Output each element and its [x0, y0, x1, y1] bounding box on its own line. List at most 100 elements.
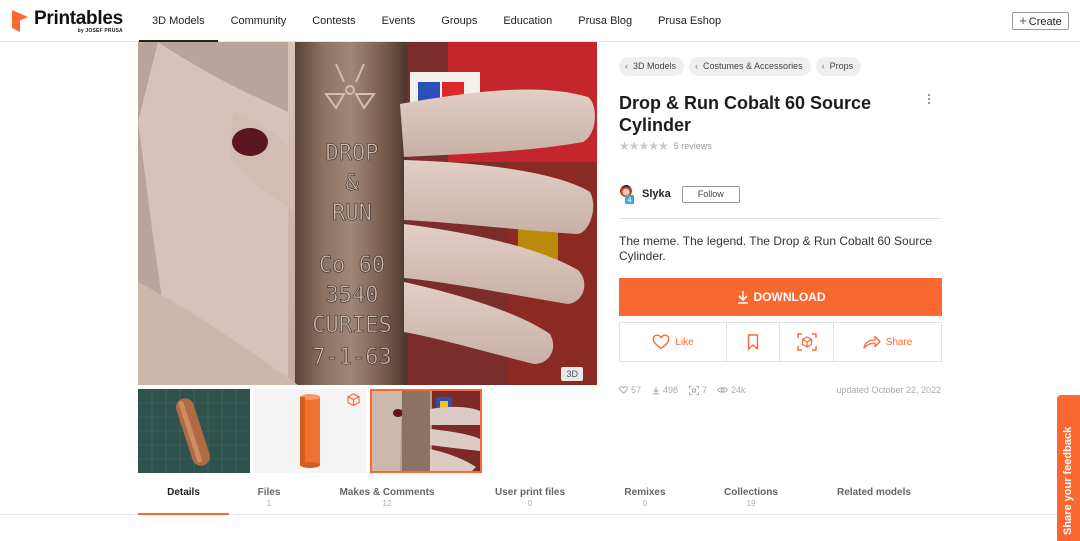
stats-row: 57 498 7 24k updated October 22, 2022 [619, 385, 942, 397]
breadcrumb-costumes-accessories[interactable]: ‹ Costumes & Accessories [689, 57, 811, 76]
stamp-line-3: RUN [332, 201, 372, 226]
makes-stat: 7 [689, 385, 707, 395]
thumbnail-1[interactable] [138, 389, 250, 473]
views-stat: 24k [717, 385, 746, 395]
divider [619, 218, 942, 219]
reviews-count: 5 reviews [673, 141, 712, 151]
download-icon [653, 386, 659, 394]
heart-icon [652, 334, 670, 350]
breadcrumb-label: Costumes & Accessories [703, 61, 803, 71]
create-label: Create [1028, 16, 1062, 28]
follow-button[interactable]: Follow [681, 185, 740, 203]
stamp-line-4: Co 60 [319, 253, 385, 278]
action-bar: Like Share [619, 322, 942, 362]
nav-item-community[interactable]: Community [218, 0, 300, 42]
nav-item-prusa-eshop[interactable]: Prusa Eshop [645, 0, 734, 42]
nav-item-prusa-blog[interactable]: Prusa Blog [565, 0, 645, 42]
download-label: DOWNLOAD [753, 290, 826, 304]
feedback-label: Share your feedback [1062, 426, 1074, 535]
tab-label: Files [257, 487, 281, 498]
printables-logo-icon [12, 10, 28, 32]
3d-cube-icon [347, 393, 360, 406]
downloads-count: 498 [663, 385, 679, 395]
nav-item-events[interactable]: Events [369, 0, 429, 42]
tab-files[interactable]: Files 1 [240, 481, 298, 515]
download-button[interactable]: DOWNLOAD [619, 278, 942, 316]
downloads-stat: 498 [652, 385, 678, 395]
tab-collections[interactable]: Collections 19 [712, 481, 790, 515]
model-title: Drop & Run Cobalt 60 Source Cylinder [619, 93, 872, 135]
main-nav: 3D Models Community Contests Events Grou… [139, 0, 734, 42]
tab-label: User print files [494, 487, 566, 498]
chevron-left-icon: ‹ [625, 61, 628, 71]
author-name[interactable]: Slyka [642, 188, 671, 200]
create-button[interactable]: + Create [1012, 12, 1069, 30]
tab-details[interactable]: Details [138, 481, 229, 515]
share-label: Share [885, 336, 913, 348]
bookmark-icon [747, 334, 759, 350]
share-arrow-icon [863, 335, 881, 349]
makes-icon [689, 385, 699, 395]
nav-item-groups[interactable]: Groups [428, 0, 490, 42]
main-model-image[interactable]: DROP & RUN Co 60 3540 CURIES 7-1-63 3D [138, 42, 597, 385]
nav-item-3d-models[interactable]: 3D Models [139, 0, 218, 42]
thumbnail-3-selected[interactable] [370, 389, 482, 473]
brand-subtitle: by JOSEF PRUSA [77, 28, 123, 34]
stamp-line-2: & [345, 171, 359, 196]
breadcrumb-props[interactable]: ‹ Props [815, 57, 862, 76]
author-row: 4 Slyka Follow [619, 184, 740, 205]
ar-view-button[interactable] [780, 323, 834, 361]
rating[interactable]: ★★★★★ 5 reviews [619, 139, 712, 153]
bookmark-button[interactable] [727, 323, 780, 361]
more-options-icon[interactable] [922, 92, 936, 108]
tab-label: Remixes [624, 487, 666, 498]
chevron-left-icon: ‹ [695, 61, 699, 71]
updated-date: updated October 22, 2022 [836, 385, 941, 395]
stamp-line-6: CURIES [312, 313, 391, 338]
like-button[interactable]: Like [620, 323, 727, 361]
breadcrumb-label: 3D Models [633, 61, 677, 71]
nav-item-education[interactable]: Education [490, 0, 565, 42]
likes-count: 57 [631, 385, 642, 395]
top-navbar: Printables by JOSEF PRUSA 3D Models Comm… [0, 0, 1080, 42]
makes-count: 7 [702, 385, 708, 395]
tab-count: 0 [642, 499, 648, 508]
share-button[interactable]: Share [834, 323, 941, 361]
tab-label: Related models [837, 487, 911, 498]
3d-badge[interactable]: 3D [561, 367, 583, 381]
star-rating-icon: ★★★★★ [619, 139, 669, 153]
tab-count: 19 [746, 499, 756, 508]
tab-count: 12 [382, 499, 392, 508]
heart-icon [619, 386, 628, 394]
chevron-left-icon: ‹ [821, 61, 825, 71]
likes-stat: 57 [619, 385, 641, 395]
tab-label: Details [167, 487, 200, 498]
eye-icon [717, 387, 728, 393]
detail-tabs: Details Files 1 Makes & Comments 12 User… [0, 481, 1080, 515]
breadcrumb-label: Props [829, 61, 854, 71]
views-count: 24k [731, 385, 746, 395]
stamp-line-1: DROP [326, 141, 379, 166]
tab-related-models[interactable]: Related models [826, 481, 922, 515]
breadcrumb-3d-models[interactable]: ‹ 3D Models [619, 57, 685, 76]
printables-logo[interactable]: Printables by JOSEF PRUSA [12, 9, 123, 35]
thumbnail-2[interactable] [254, 389, 366, 473]
tab-count: 0 [527, 499, 533, 508]
tab-label: Makes & Comments [339, 487, 435, 498]
plus-icon: + [1019, 13, 1027, 28]
nav-item-contests[interactable]: Contests [299, 0, 368, 42]
brand-name: Printables [34, 8, 123, 29]
tab-makes-comments[interactable]: Makes & Comments 12 [328, 481, 446, 515]
tab-user-print-files[interactable]: User print files 0 [482, 481, 578, 515]
tab-label: Collections [724, 487, 778, 498]
feedback-tab[interactable]: Share your feedback [1057, 395, 1080, 541]
tab-count: 1 [266, 499, 272, 508]
tab-remixes[interactable]: Remixes 0 [612, 481, 678, 515]
download-icon [737, 291, 748, 304]
like-label: Like [675, 336, 694, 348]
avatar[interactable]: 4 [619, 184, 635, 205]
stamp-line-5: 3540 [326, 283, 379, 308]
breadcrumb: ‹ 3D Models ‹ Costumes & Accessories ‹ Prop… [619, 57, 866, 76]
ar-cube-icon [796, 333, 817, 351]
stamp-line-7: 7-1-63 [312, 345, 391, 370]
